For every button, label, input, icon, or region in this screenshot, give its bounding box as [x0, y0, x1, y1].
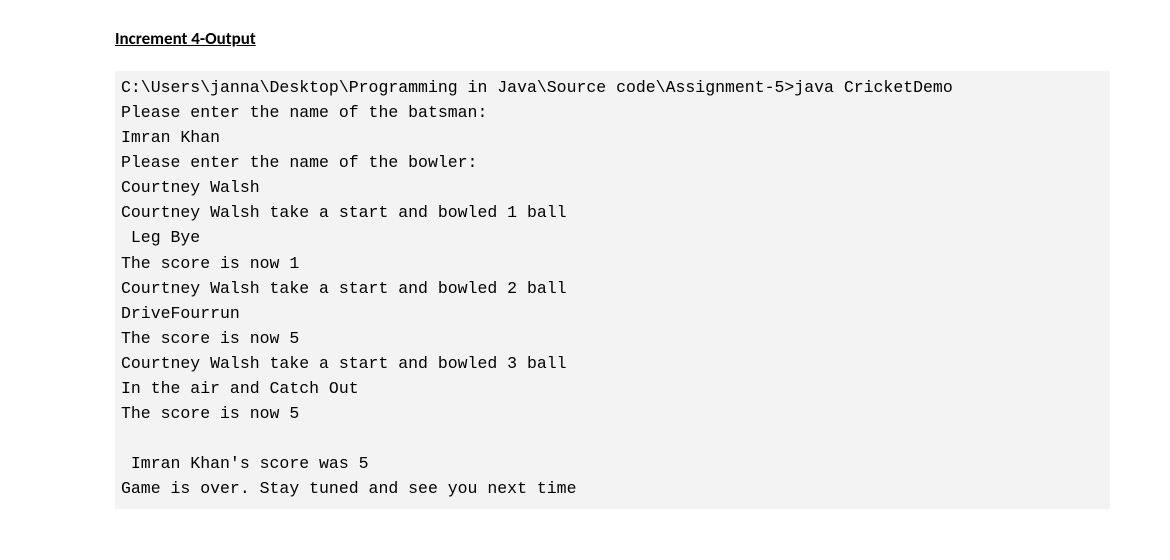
code-line: In the air and Catch Out: [121, 379, 359, 398]
code-line: The score is now 5: [121, 329, 299, 348]
console-output-block: C:\Users\janna\Desktop\Programming in Ja…: [115, 71, 1110, 509]
document-content: Increment 4-Output C:\Users\janna\Deskto…: [0, 28, 1170, 509]
code-line: Courtney Walsh: [121, 178, 260, 197]
code-line: Courtney Walsh take a start and bowled 3…: [121, 354, 567, 373]
code-line: Please enter the name of the bowler:: [121, 153, 477, 172]
code-line: Imran Khan: [121, 128, 220, 147]
code-line: C:\Users\janna\Desktop\Programming in Ja…: [121, 78, 953, 97]
code-line: The score is now 1: [121, 254, 299, 273]
code-line: DriveFourrun: [121, 304, 240, 323]
code-line: Imran Khan's score was 5: [121, 454, 369, 473]
code-line: The score is now 5: [121, 404, 299, 423]
code-line: Courtney Walsh take a start and bowled 2…: [121, 279, 567, 298]
code-line: Leg Bye: [121, 228, 200, 247]
code-line: Please enter the name of the batsman:: [121, 103, 487, 122]
code-line: Game is over. Stay tuned and see you nex…: [121, 479, 576, 498]
code-line: Courtney Walsh take a start and bowled 1…: [121, 203, 567, 222]
section-heading: Increment 4-Output: [115, 28, 1110, 49]
